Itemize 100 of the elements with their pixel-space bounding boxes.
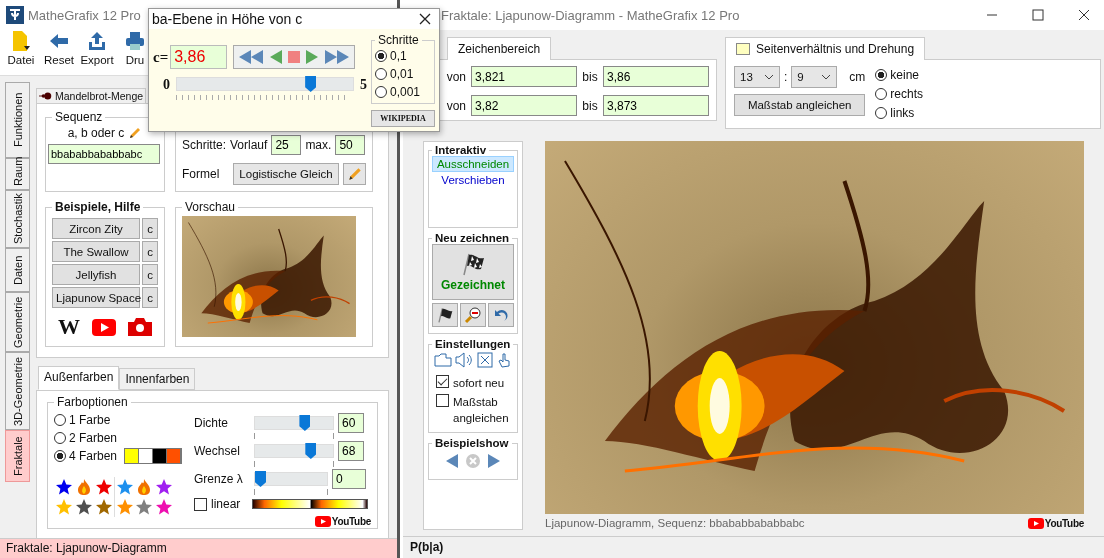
color-swatch[interactable] bbox=[167, 449, 182, 463]
prerun-field[interactable]: 25 bbox=[271, 135, 302, 155]
slider[interactable] bbox=[254, 472, 328, 486]
radio-button[interactable] bbox=[375, 86, 387, 98]
example-button[interactable]: Ljapunow Space bbox=[52, 287, 140, 308]
camera-icon[interactable] bbox=[128, 318, 152, 336]
checkbox[interactable] bbox=[436, 394, 449, 407]
radio-button[interactable] bbox=[375, 68, 387, 80]
value-field[interactable]: 60 bbox=[338, 413, 364, 433]
side-tab[interactable]: Geometrie bbox=[5, 292, 30, 352]
c-button[interactable]: c bbox=[142, 241, 158, 262]
radio-button[interactable] bbox=[875, 88, 888, 100]
next-icon[interactable] bbox=[487, 453, 501, 469]
toolbar-button[interactable]: Dru bbox=[118, 30, 152, 75]
to-field[interactable]: 3,86 bbox=[603, 66, 709, 87]
max-field[interactable]: 50 bbox=[335, 135, 366, 155]
from-field[interactable]: 3,821 bbox=[471, 66, 577, 87]
checkbox[interactable] bbox=[436, 375, 449, 388]
slider-thumb[interactable] bbox=[299, 415, 311, 431]
tab[interactable]: Seitenverhältnis und Drehung bbox=[725, 37, 926, 60]
undo-button[interactable] bbox=[488, 303, 514, 327]
slider[interactable] bbox=[254, 444, 334, 458]
formula-dropdown[interactable]: Logistische Gleich bbox=[233, 163, 340, 185]
close-icon[interactable] bbox=[419, 13, 431, 25]
checkbox[interactable] bbox=[194, 497, 207, 511]
radio-button[interactable] bbox=[375, 50, 387, 62]
w-letter-logo[interactable]: W bbox=[58, 314, 80, 340]
flame-icon[interactable] bbox=[136, 478, 152, 496]
slider-thumb[interactable] bbox=[255, 471, 266, 487]
checkbox[interactable] bbox=[736, 43, 750, 55]
color-swatch[interactable] bbox=[125, 449, 140, 463]
folder-icon[interactable] bbox=[434, 353, 452, 367]
fractal-tab[interactable]: Mandelbrot-Menge bbox=[36, 88, 147, 103]
step-backward-icon[interactable] bbox=[269, 49, 284, 65]
side-tab[interactable]: 3D-Geometrie bbox=[5, 352, 30, 430]
radio-button[interactable] bbox=[875, 68, 888, 81]
youtube-logo[interactable]: YouTube bbox=[1027, 517, 1084, 529]
to-field[interactable]: 3,873 bbox=[603, 95, 709, 116]
slider-thumb[interactable] bbox=[305, 76, 317, 92]
c-value-field[interactable]: 3,86 bbox=[170, 45, 228, 69]
radio-button[interactable] bbox=[54, 450, 66, 462]
toolbar-button[interactable]: Export bbox=[80, 30, 114, 75]
star-icon[interactable] bbox=[56, 479, 72, 495]
tab[interactable]: Außenfarben bbox=[38, 366, 120, 390]
width-dropdown[interactable]: 13 bbox=[734, 66, 780, 88]
pencil-icon[interactable] bbox=[128, 126, 143, 140]
star-icon[interactable] bbox=[96, 479, 112, 495]
tab[interactable]: Zeichenbereich bbox=[447, 37, 552, 60]
star-icon[interactable] bbox=[156, 479, 172, 495]
sequence-field[interactable]: bbababbababbabc bbox=[48, 144, 160, 164]
previous-icon[interactable] bbox=[445, 453, 459, 469]
radio-button[interactable] bbox=[54, 414, 66, 426]
mode-item[interactable]: Ausschneiden bbox=[432, 156, 514, 172]
value-field[interactable]: 68 bbox=[338, 441, 364, 461]
example-button[interactable]: The Swallow bbox=[52, 241, 140, 262]
slider[interactable] bbox=[254, 416, 334, 430]
radio-button[interactable] bbox=[875, 107, 888, 120]
star-icon[interactable] bbox=[116, 479, 133, 495]
redraw-button[interactable]: Gezeichnet bbox=[432, 244, 514, 300]
radio-button[interactable] bbox=[54, 432, 66, 444]
speaker-icon[interactable] bbox=[455, 352, 474, 368]
tab[interactable]: Innenfarben bbox=[119, 368, 196, 390]
side-tab[interactable]: Funktionen bbox=[5, 82, 30, 158]
hand-icon[interactable] bbox=[496, 352, 512, 368]
flag-button[interactable] bbox=[432, 303, 458, 327]
side-tab[interactable]: Raum bbox=[5, 158, 30, 190]
c-slider[interactable] bbox=[176, 77, 354, 91]
zoom-out-button[interactable] bbox=[460, 303, 486, 327]
star-icon[interactable] bbox=[136, 499, 152, 515]
star-icon[interactable] bbox=[96, 499, 112, 515]
from-field[interactable]: 3,82 bbox=[471, 95, 577, 116]
toolbar-button[interactable]: Reset bbox=[42, 30, 76, 75]
color-swatch[interactable] bbox=[153, 449, 168, 463]
wikipedia-button[interactable]: WIKIPEDIA bbox=[371, 110, 435, 127]
c-button[interactable]: c bbox=[142, 264, 158, 285]
youtube-logo[interactable]: YouTube bbox=[314, 516, 371, 527]
scale-button[interactable]: Maßstab angleichen bbox=[734, 94, 866, 116]
c-button[interactable]: c bbox=[142, 287, 158, 308]
toolbar-button[interactable]: Datei bbox=[4, 30, 38, 75]
play-icon[interactable] bbox=[305, 49, 320, 65]
c-button[interactable]: c bbox=[142, 218, 158, 239]
side-tab[interactable]: Daten bbox=[5, 248, 30, 292]
mode-item[interactable]: Verschieben bbox=[432, 172, 514, 188]
value-field[interactable]: 0 bbox=[332, 469, 366, 489]
height-dropdown[interactable]: 9 bbox=[791, 66, 838, 88]
example-button[interactable]: Zircon Zity bbox=[52, 218, 140, 239]
side-tab[interactable]: Fraktale bbox=[5, 430, 30, 482]
star-icon[interactable] bbox=[116, 499, 133, 515]
stop-icon[interactable] bbox=[288, 51, 301, 63]
star-icon[interactable] bbox=[76, 499, 92, 515]
slider-thumb[interactable] bbox=[305, 443, 317, 459]
side-tab[interactable]: Stochastik bbox=[5, 190, 30, 248]
example-button[interactable]: Jellyfish bbox=[52, 264, 140, 285]
star-icon[interactable] bbox=[156, 499, 172, 515]
video-play-icon[interactable] bbox=[92, 318, 116, 336]
close-icon[interactable] bbox=[1078, 9, 1090, 21]
fullscreen-icon[interactable] bbox=[476, 352, 493, 368]
fast-forward-icon[interactable] bbox=[324, 49, 351, 65]
maximize-icon[interactable] bbox=[1032, 9, 1044, 21]
fast-backward-icon[interactable] bbox=[238, 49, 265, 65]
